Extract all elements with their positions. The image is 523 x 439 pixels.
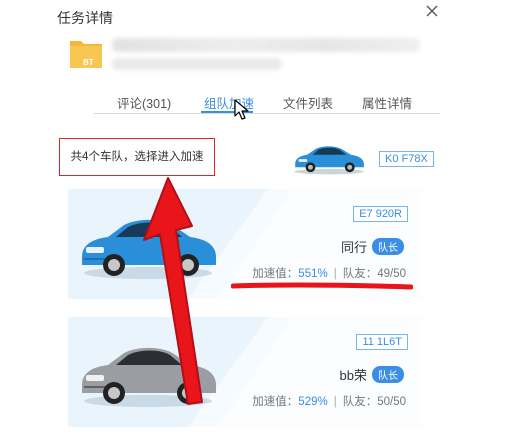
speed-label: 加速值：: [252, 268, 299, 280]
team-card[interactable]: 11 1L6T bb荣 队长 加速值：529% | 队友：50/50: [68, 317, 422, 427]
members-count: 50/50: [377, 396, 406, 408]
team-plate: 11 1L6T: [356, 334, 408, 350]
speed-label: 加速值：: [252, 396, 299, 408]
members-count: 49/50: [377, 268, 406, 280]
dialog-title: 任务详情: [57, 10, 113, 26]
members-label: 队友：: [342, 268, 378, 280]
stats-separator: |: [333, 268, 337, 280]
speed-value: 529%: [298, 396, 328, 408]
annotation-arrow: [143, 177, 203, 405]
file-meta-blurred: [112, 58, 282, 70]
tab-divider: [94, 113, 440, 114]
tab-file-list[interactable]: 文件列表: [283, 93, 333, 112]
tab-comments[interactable]: 评论(301): [117, 93, 171, 112]
team-plate: E7 920R: [353, 206, 408, 222]
leader-badge: 队长: [372, 238, 404, 255]
members-label: 队友：: [342, 396, 378, 408]
mouse-cursor-icon: [234, 99, 249, 120]
close-icon[interactable]: [423, 2, 441, 20]
stats-separator: |: [333, 396, 337, 408]
team-leader-name: 同行: [340, 240, 367, 255]
annotation-underline: [231, 282, 413, 290]
leader-badge: 队长: [372, 366, 404, 383]
tab-properties[interactable]: 属性详情: [362, 93, 412, 112]
file-name-blurred: [112, 38, 420, 52]
my-plate: K0 F78X: [379, 151, 434, 167]
team-count-notice: 共4个车队，选择进入加速: [59, 138, 215, 176]
folder-icon: BT: [70, 41, 102, 68]
my-car-image: [294, 146, 364, 175]
file-type-label: BT: [83, 58, 94, 67]
team-leader-name: bb荣: [339, 368, 367, 383]
speed-value: 551%: [298, 268, 328, 280]
